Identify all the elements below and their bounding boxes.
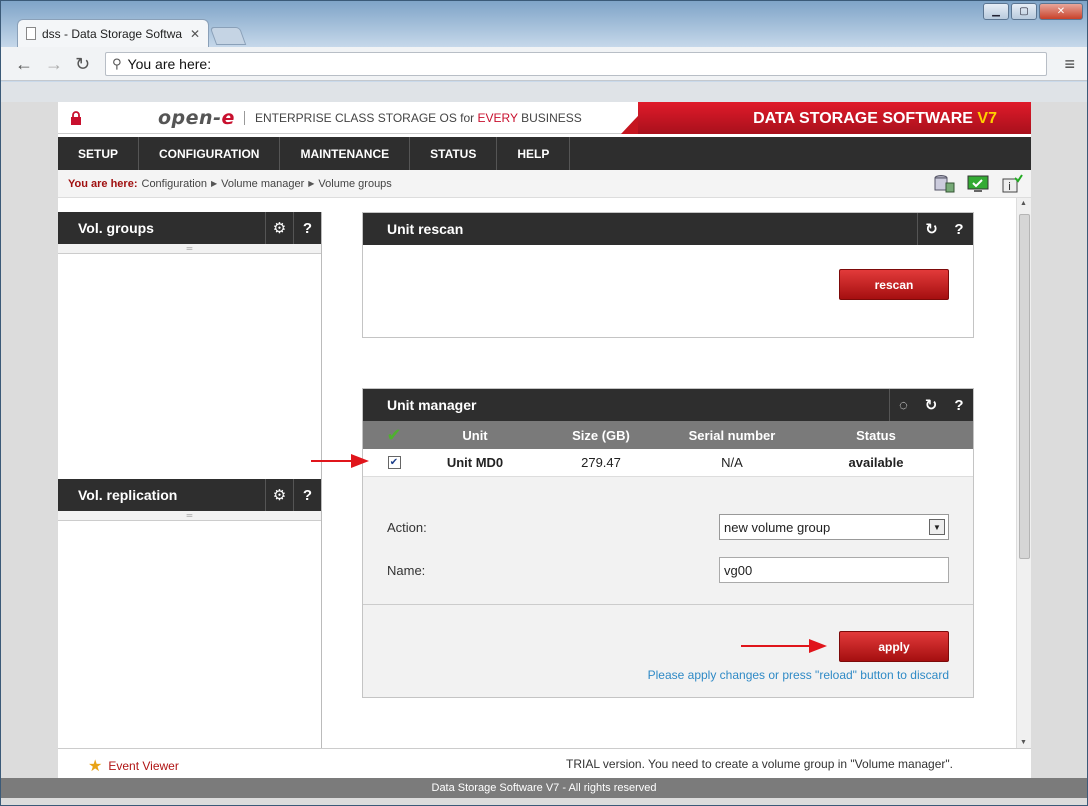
column-unit: Unit bbox=[462, 427, 488, 443]
bookmark-bar bbox=[1, 82, 1087, 102]
page-footer: Data Storage Software V7 - All rights re… bbox=[1, 778, 1087, 798]
unit-serial: N/A bbox=[721, 455, 743, 470]
scroll-up-icon[interactable]: ▲ bbox=[1020, 200, 1027, 207]
vol-groups-header: Vol. groups ⚙ ? bbox=[58, 212, 321, 244]
select-all-check-icon[interactable]: ✔ bbox=[363, 425, 425, 446]
menu-status[interactable]: STATUS bbox=[410, 137, 498, 170]
menu-configuration[interactable]: CONFIGURATION bbox=[139, 137, 281, 170]
monitor-icon[interactable] bbox=[967, 174, 989, 194]
apply-button[interactable]: apply bbox=[839, 631, 949, 662]
lock-icon bbox=[71, 111, 81, 125]
scroll-down-icon[interactable]: ▼ bbox=[1020, 739, 1027, 746]
annotation-arrow-icon bbox=[809, 639, 827, 653]
resize-grip[interactable]: ═ bbox=[58, 244, 321, 254]
reload-icon[interactable]: ↻ bbox=[75, 54, 90, 75]
info-icon[interactable]: i bbox=[1001, 174, 1023, 194]
document-icon bbox=[26, 27, 36, 40]
resize-grip[interactable]: ═ bbox=[58, 511, 321, 521]
name-field[interactable]: vg00 bbox=[719, 557, 949, 583]
title-bar: dss - Data Storage Softwa ✕ ▁ ▢ ✕ bbox=[1, 1, 1087, 47]
forward-icon[interactable]: → bbox=[45, 54, 63, 75]
vol-replication-title: Vol. replication bbox=[78, 487, 178, 503]
address-bar[interactable]: ⚲ You are here: bbox=[105, 52, 1047, 76]
unit-size: 279.47 bbox=[581, 455, 621, 470]
chevron-right-icon: ▶ bbox=[308, 179, 315, 188]
unit-rescan-title: Unit rescan bbox=[387, 221, 464, 237]
vol-groups-body bbox=[58, 254, 321, 479]
unit-rescan-panel: Unit rescan ↻ ? rescan bbox=[362, 212, 974, 338]
column-size: Size (GB) bbox=[572, 427, 630, 443]
help-icon[interactable]: ? bbox=[945, 213, 973, 245]
tab-close-icon[interactable]: ✕ bbox=[190, 27, 200, 41]
open-e-logo: open-e bbox=[158, 107, 235, 129]
main-menu: SETUP CONFIGURATION MAINTENANCE STATUS H… bbox=[58, 137, 1031, 170]
unit-manager-title: Unit manager bbox=[387, 397, 477, 413]
action-label: Action: bbox=[387, 520, 427, 535]
browser-toolbar: ← → ↻ ⚲ You are here: ≡ bbox=[1, 47, 1087, 81]
chevron-down-icon[interactable]: ▼ bbox=[929, 519, 945, 535]
dss-app: open-e ENTERPRISE CLASS STORAGE OS for E… bbox=[58, 102, 1031, 778]
unit-status: available bbox=[848, 455, 904, 470]
gear-icon[interactable]: ⚙ bbox=[265, 479, 293, 511]
help-icon[interactable]: ? bbox=[293, 479, 321, 511]
minimize-button[interactable]: ▁ bbox=[983, 3, 1009, 20]
breadcrumb: You are here: Configuration ▶ Volume man… bbox=[58, 170, 1031, 198]
tagline: ENTERPRISE CLASS STORAGE OS for EVERY BU… bbox=[244, 111, 582, 125]
back-icon[interactable]: ← bbox=[15, 54, 33, 75]
browser-menu-icon[interactable]: ≡ bbox=[1064, 54, 1075, 75]
left-column: Vol. groups ⚙ ? ═ Vol. replication ⚙ ? ═ bbox=[58, 212, 322, 748]
svg-text:i: i bbox=[1008, 180, 1011, 193]
column-serial: Serial number bbox=[688, 427, 776, 443]
browser-window: dss - Data Storage Softwa ✕ ▁ ▢ ✕ ← → ↻ … bbox=[0, 0, 1088, 806]
scroll-thumb[interactable] bbox=[1019, 214, 1030, 559]
tab-title: dss - Data Storage Softwa bbox=[42, 26, 183, 41]
gear-icon[interactable]: ⚙ bbox=[265, 212, 293, 244]
action-select[interactable]: new volume group ▼ bbox=[719, 514, 949, 540]
web-page: open-e ENTERPRISE CLASS STORAGE OS for E… bbox=[1, 102, 1087, 805]
row-checkbox[interactable]: ✔ bbox=[387, 456, 401, 469]
event-viewer-link[interactable]: ★ Event Viewer bbox=[88, 756, 179, 776]
loading-spinner-icon: ◌ bbox=[889, 389, 917, 421]
column-status: Status bbox=[856, 427, 896, 443]
menu-maintenance[interactable]: MAINTENANCE bbox=[280, 137, 411, 170]
table-row: ✔ Unit MD0 279.47 N/A available bbox=[363, 449, 973, 477]
breadcrumb-item-configuration[interactable]: Configuration bbox=[142, 178, 207, 190]
database-icon[interactable] bbox=[933, 174, 955, 194]
breadcrumb-lead: You are here: bbox=[68, 177, 138, 190]
breadcrumb-item-volume-manager[interactable]: Volume manager bbox=[221, 178, 304, 190]
apply-hint: Please apply changes or press "reload" b… bbox=[647, 668, 949, 682]
app-header: open-e ENTERPRISE CLASS STORAGE OS for E… bbox=[58, 102, 1031, 134]
unit-name: Unit MD0 bbox=[446, 455, 504, 470]
chevron-right-icon: ▶ bbox=[210, 179, 218, 188]
annotation-arrow-line bbox=[311, 460, 351, 462]
menu-setup[interactable]: SETUP bbox=[58, 137, 140, 170]
page-scrollbar[interactable]: ▲ ▼ bbox=[1016, 198, 1031, 748]
name-label: Name: bbox=[387, 563, 426, 578]
maximize-button[interactable]: ▢ bbox=[1011, 3, 1037, 20]
refresh-icon[interactable]: ↻ bbox=[917, 389, 945, 421]
help-icon[interactable]: ? bbox=[293, 212, 321, 244]
refresh-icon[interactable]: ↻ bbox=[917, 213, 945, 245]
trial-message: TRIAL version. You need to create a volu… bbox=[566, 757, 953, 771]
status-bar: ★ Event Viewer TRIAL version. You need t… bbox=[58, 748, 1031, 778]
unit-table-header: ✔ Unit Size (GB) Serial number Status bbox=[363, 421, 973, 449]
menu-help[interactable]: HELP bbox=[497, 137, 571, 170]
vol-groups-title: Vol. groups bbox=[78, 220, 154, 236]
browser-tab[interactable]: dss - Data Storage Softwa ✕ bbox=[17, 19, 209, 47]
window-close-button[interactable]: ✕ bbox=[1039, 3, 1083, 20]
unit-manager-panel: Unit manager ◌ ↻ ? ✔ Unit Size (GB) Seri… bbox=[362, 388, 974, 698]
new-tab-button[interactable] bbox=[209, 27, 247, 45]
breadcrumb-item-volume-groups: Volume groups bbox=[318, 177, 392, 190]
unit-rescan-header: Unit rescan ↻ ? bbox=[363, 213, 973, 245]
brand-banner: DATA STORAGE SOFTWARE V7 bbox=[638, 102, 1031, 134]
star-icon: ★ bbox=[88, 758, 103, 775]
address-text: You are here: bbox=[127, 56, 212, 72]
vol-replication-header: Vol. replication ⚙ ? bbox=[58, 479, 321, 511]
search-icon: ⚲ bbox=[112, 56, 122, 71]
help-icon[interactable]: ? bbox=[945, 389, 973, 421]
annotation-arrow-line bbox=[741, 645, 811, 647]
rescan-button[interactable]: rescan bbox=[839, 269, 949, 300]
unit-manager-header: Unit manager ◌ ↻ ? bbox=[363, 389, 973, 421]
annotation-arrow-icon bbox=[351, 454, 369, 468]
